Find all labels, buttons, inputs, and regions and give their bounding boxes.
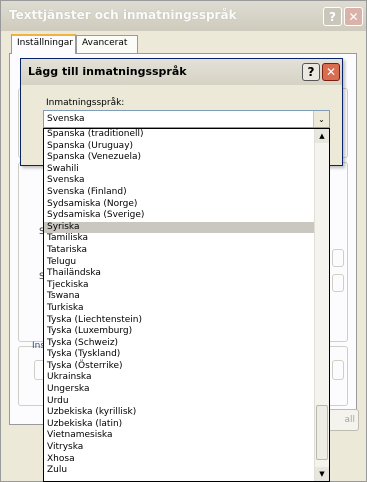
dropdown-option[interactable]: Vitryska [44, 442, 314, 454]
background-titlebar: Texttjänster och inmatningsspråk ? ✕ [1, 1, 366, 31]
option-list: Spanska (traditionell) Spanska (Uruguay) S… [44, 129, 314, 477]
dropdown-option[interactable]: Zulu [44, 465, 314, 477]
scrollbar[interactable]: ▲ ▼ [314, 129, 329, 481]
dropdown-option[interactable]: Ungerska [44, 384, 314, 396]
ghost-button-right-2 [332, 274, 344, 292]
dropdown-option[interactable]: Syriska [44, 221, 314, 234]
scroll-up-arrow-icon[interactable]: ▲ [315, 129, 329, 143]
scroll-down-arrow-icon[interactable]: ▼ [315, 467, 329, 481]
dropdown-option[interactable]: Tyska (Liechtenstein) [44, 315, 314, 327]
dropdown-option[interactable]: Spanska (Venezuela) [44, 152, 314, 164]
dropdown-option[interactable]: Tyska (Schweiz) [44, 338, 314, 350]
scroll-thumb[interactable] [316, 405, 328, 460]
dropdown-option[interactable]: Svenska [44, 175, 314, 187]
tab-avancerat[interactable]: Avancerat [76, 35, 138, 53]
dropdown-option[interactable]: Tswana [44, 291, 314, 303]
ghost-button-right-3 [332, 360, 344, 380]
dropdown-option[interactable]: Thailändska [44, 268, 314, 280]
dropdown-option[interactable]: Uzbekiska (kyrillisk) [44, 407, 314, 419]
dropdown-option[interactable]: Ukrainska [44, 372, 314, 384]
help-icon[interactable]: ? [302, 63, 320, 81]
dialog-title: Lägg till inmatningsspråk [28, 65, 187, 78]
dropdown-option[interactable]: Tjeckiska [44, 280, 314, 292]
dropdown-option[interactable]: Tyska (Luxemburg) [44, 326, 314, 338]
input-language-label: Inmatningsspråk: [46, 98, 125, 108]
dropdown-option[interactable]: Tyska (Österrike) [44, 361, 314, 373]
tab-installningar[interactable]: Inställningar [11, 34, 76, 54]
input-language-value: Svenska [47, 114, 85, 124]
background-help-icon[interactable]: ? [323, 7, 342, 26]
language-dropdown-list[interactable]: Spanska (traditionell) Spanska (Uruguay) S… [43, 128, 330, 482]
background-window-title: Texttjänster och inmatningsspråk [9, 8, 237, 22]
tab-label: Inställningar [17, 38, 73, 48]
background-close-icon[interactable]: ✕ [344, 7, 363, 26]
dropdown-option[interactable]: Xhosa [44, 454, 314, 466]
dropdown-option[interactable]: Spanska (Uruguay) [44, 141, 314, 153]
dropdown-option[interactable]: Uzbekiska (latin) [44, 419, 314, 431]
tab-label: Avancerat [82, 38, 128, 48]
dropdown-option[interactable]: Swahili [44, 164, 314, 176]
dropdown-option[interactable]: Spanska (traditionell) [44, 129, 314, 141]
dropdown-option[interactable]: Tamiliska [44, 233, 314, 245]
dropdown-option[interactable]: Svenska (Finland) [44, 187, 314, 199]
dropdown-option[interactable]: Tyska (Tyskland) [44, 349, 314, 361]
dropdown-option[interactable]: Urdu [44, 396, 314, 408]
dropdown-option[interactable]: Turkiska [44, 303, 314, 315]
chevron-down-icon[interactable]: ⌄ [313, 111, 329, 127]
dropdown-option[interactable]: Tatariska [44, 245, 314, 257]
dropdown-option[interactable]: Sydsamiska (Norge) [44, 199, 314, 211]
dialog-titlebar: Lägg till inmatningsspråk ? ✕ [21, 59, 342, 85]
ghost-button-right-1 [332, 249, 344, 267]
dropdown-option[interactable]: Sydsamiska (Sverige) [44, 210, 314, 222]
input-language-select[interactable]: Svenska ⌄ [43, 110, 330, 128]
dropdown-option[interactable]: Telugu [44, 257, 314, 269]
dropdown-option[interactable]: Vietnamesiska [44, 430, 314, 442]
close-icon[interactable]: ✕ [322, 63, 340, 81]
